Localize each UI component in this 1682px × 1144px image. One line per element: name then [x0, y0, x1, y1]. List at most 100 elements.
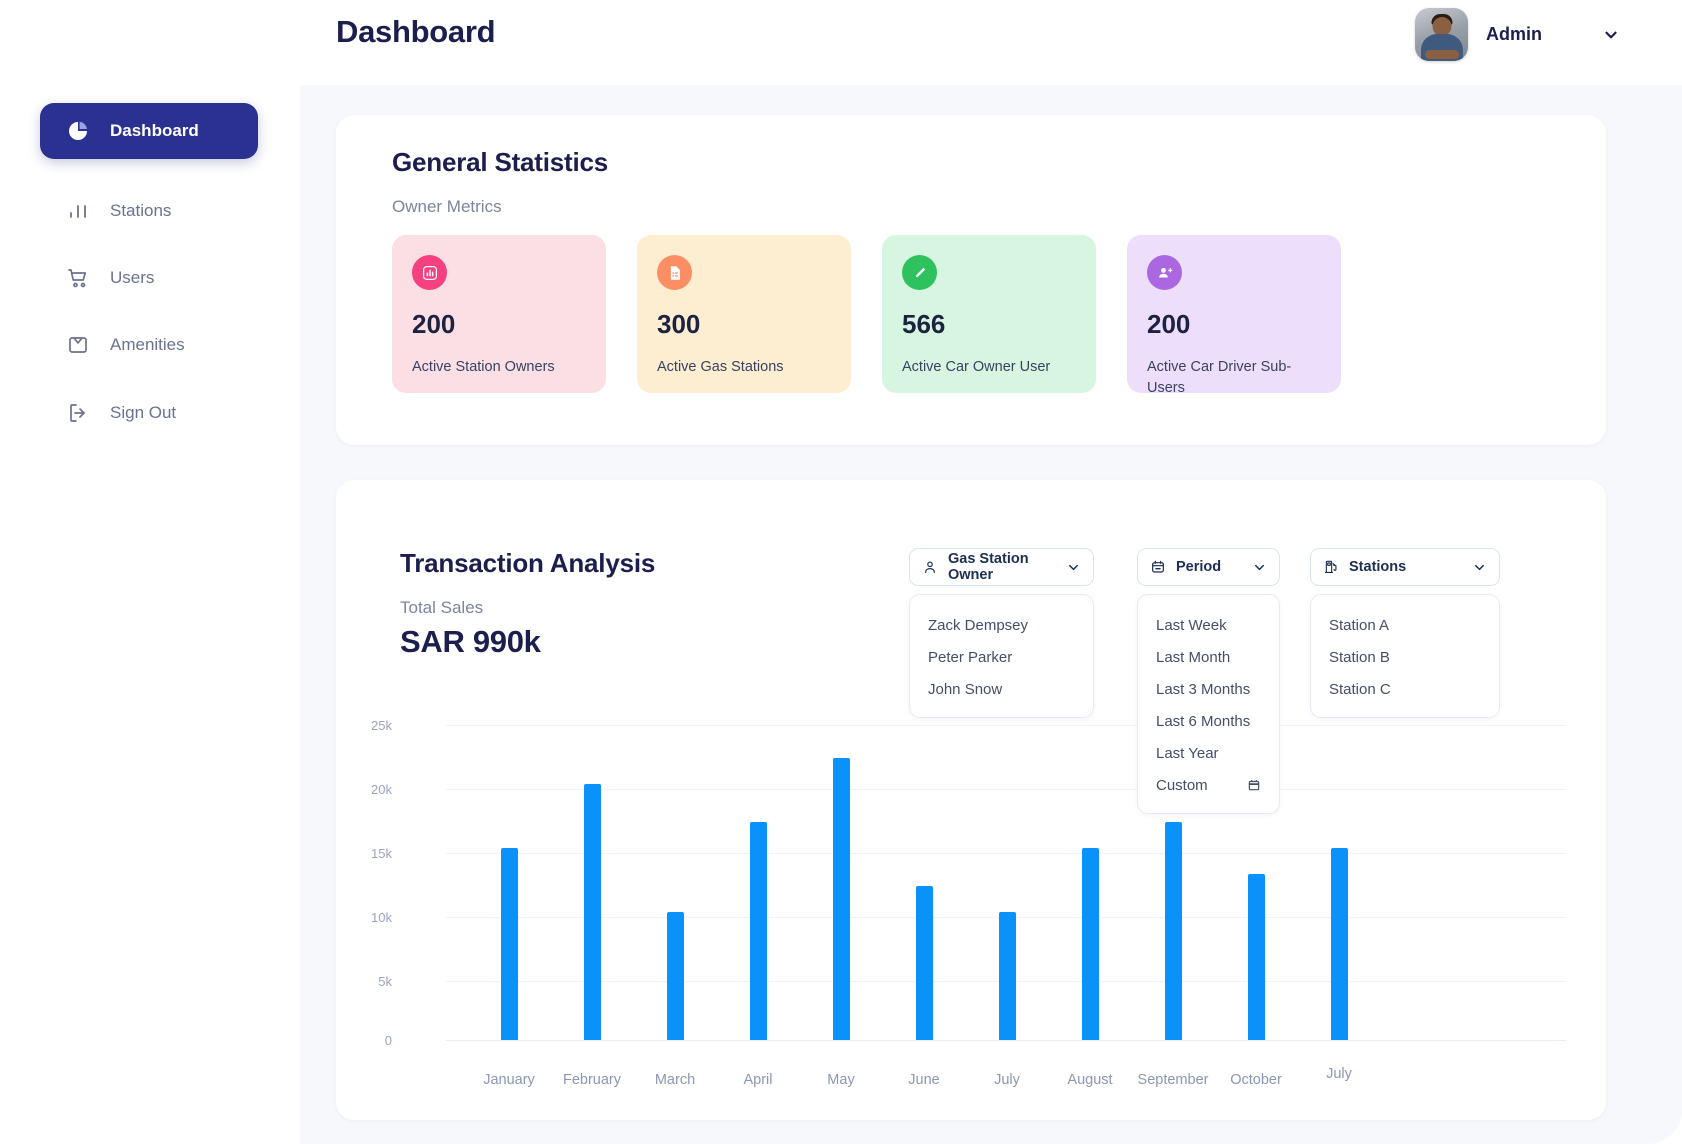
stat-card-active-gas-stations: 300 Active Gas Stations — [637, 235, 851, 393]
chevron-down-icon[interactable] — [1602, 26, 1620, 44]
stat-cards-row: 200 Active Station Owners 300 Active Gas… — [392, 235, 1341, 393]
option-label: John Snow — [928, 681, 1002, 698]
dropdown-option[interactable]: Last Month — [1138, 641, 1279, 673]
add-user-icon — [1147, 255, 1182, 290]
option-label: Last Year — [1156, 745, 1219, 762]
bar — [1082, 848, 1099, 1040]
bar — [1248, 874, 1265, 1040]
gridline — [446, 725, 1566, 726]
option-label: Last 3 Months — [1156, 681, 1250, 698]
bar — [999, 912, 1016, 1040]
page-title: Dashboard — [336, 14, 495, 50]
bar — [1331, 848, 1348, 1040]
avatar — [1415, 8, 1468, 61]
main-content: General Statistics Owner Metrics 200 Act… — [300, 85, 1682, 1144]
gas-station-owner-label: Gas Station Owner — [948, 551, 1056, 583]
option-label: Station C — [1329, 681, 1391, 698]
inbox-icon — [66, 333, 90, 357]
dropdown-option[interactable]: Peter Parker — [910, 641, 1093, 673]
filter-period: Period Last Week Last Month Last 3 Month… — [1137, 548, 1280, 814]
dropdown-option[interactable]: Last Week — [1138, 609, 1279, 641]
fuel-pump-icon — [1323, 559, 1339, 575]
option-label: Zack Dempsey — [928, 617, 1028, 634]
stat-label: Active Gas Stations — [657, 357, 831, 378]
user-icon — [922, 559, 938, 575]
sidebar-item-users[interactable]: Users — [40, 250, 260, 306]
dropdown-option[interactable]: Last Year — [1138, 737, 1279, 769]
x-tick-label: May — [781, 1072, 901, 1088]
dropdown-option[interactable]: Last 6 Months — [1138, 705, 1279, 737]
filter-gas-station-owner: Gas Station Owner Zack Dempsey Peter Par… — [909, 548, 1094, 718]
gridline — [446, 981, 1566, 982]
stations-dropdown-button[interactable]: Stations — [1310, 548, 1500, 586]
sidebar-item-label: Sign Out — [110, 403, 176, 423]
stat-card-active-station-owners: 200 Active Station Owners — [392, 235, 606, 393]
sidebar-item-stations[interactable]: Stations — [40, 183, 260, 239]
period-dropdown-button[interactable]: Period — [1137, 548, 1280, 586]
bar — [1165, 822, 1182, 1040]
dropdown-option[interactable]: John Snow — [910, 673, 1093, 705]
stat-label: Active Car Owner User — [902, 357, 1076, 378]
option-label: Last Week — [1156, 617, 1227, 634]
logout-icon — [66, 401, 90, 425]
app-window: Dashboard Admin Dashboard Stations Users — [0, 0, 1682, 1144]
x-tick-label: July — [1279, 1066, 1399, 1082]
x-tick-label: July — [947, 1072, 1067, 1088]
gridline — [446, 853, 1566, 854]
gas-station-owner-dropdown-button[interactable]: Gas Station Owner — [909, 548, 1094, 586]
user-menu[interactable]: Admin — [1415, 8, 1620, 61]
x-tick-label: August — [1030, 1072, 1150, 1088]
stations-label: Stations — [1349, 559, 1462, 575]
header: Dashboard Admin — [0, 0, 1682, 85]
sidebar: Dashboard Stations Users Amenities Sign … — [0, 85, 300, 1144]
transaction-analysis-card: Transaction Analysis Total Sales SAR 990… — [336, 480, 1606, 1120]
total-sales-amount: SAR 990k — [400, 624, 541, 660]
dropdown-option[interactable]: Station A — [1311, 609, 1499, 641]
dropdown-option[interactable]: Station C — [1311, 673, 1499, 705]
axis-line — [446, 1040, 1566, 1041]
calendar-icon — [1150, 559, 1166, 575]
x-tick-label: March — [615, 1072, 735, 1088]
sidebar-item-dashboard[interactable]: Dashboard — [40, 103, 258, 159]
gas-station-owner-options: Zack Dempsey Peter Parker John Snow — [909, 594, 1094, 718]
chevron-down-icon[interactable] — [1066, 560, 1081, 575]
option-label: Last 6 Months — [1156, 713, 1250, 730]
document-icon — [657, 255, 692, 290]
dropdown-option[interactable]: Station B — [1311, 641, 1499, 673]
y-tick-label: 25k — [352, 718, 392, 733]
user-name: Admin — [1486, 24, 1542, 45]
sidebar-item-label: Amenities — [110, 335, 185, 355]
chevron-down-icon[interactable] — [1472, 560, 1487, 575]
bar — [667, 912, 684, 1040]
x-tick-label: June — [864, 1072, 984, 1088]
x-tick-label: September — [1113, 1072, 1233, 1088]
option-label: Station A — [1329, 617, 1389, 634]
pie-chart-icon — [66, 119, 90, 143]
x-tick-label: February — [532, 1072, 652, 1088]
transaction-analysis-title: Transaction Analysis — [400, 548, 655, 579]
x-tick-label: January — [449, 1072, 569, 1088]
option-label: Peter Parker — [928, 649, 1012, 666]
dropdown-option[interactable]: Zack Dempsey — [910, 609, 1093, 641]
sidebar-item-sign-out[interactable]: Sign Out — [40, 385, 260, 441]
tag-icon — [902, 255, 937, 290]
gridline — [446, 789, 1566, 790]
calendar-icon — [1247, 778, 1261, 792]
y-tick-label: 0 — [352, 1033, 392, 1048]
stat-value: 200 — [1147, 309, 1321, 340]
general-statistics-title: General Statistics — [392, 147, 608, 178]
transaction-analysis-subtitle: Total Sales — [400, 598, 483, 618]
x-tick-label: October — [1196, 1072, 1316, 1088]
option-label: Station B — [1329, 649, 1390, 666]
bar-chart-icon — [412, 255, 447, 290]
sidebar-item-amenities[interactable]: Amenities — [40, 317, 260, 373]
gridline — [446, 917, 1566, 918]
bar-chart-icon — [66, 199, 90, 223]
stations-options: Station A Station B Station C — [1310, 594, 1500, 718]
dropdown-option-custom[interactable]: Custom — [1138, 769, 1279, 801]
chevron-down-icon[interactable] — [1252, 560, 1267, 575]
dropdown-option[interactable]: Last 3 Months — [1138, 673, 1279, 705]
bar — [833, 758, 850, 1040]
y-tick-label: 15k — [352, 846, 392, 861]
sidebar-item-label: Dashboard — [110, 121, 199, 141]
